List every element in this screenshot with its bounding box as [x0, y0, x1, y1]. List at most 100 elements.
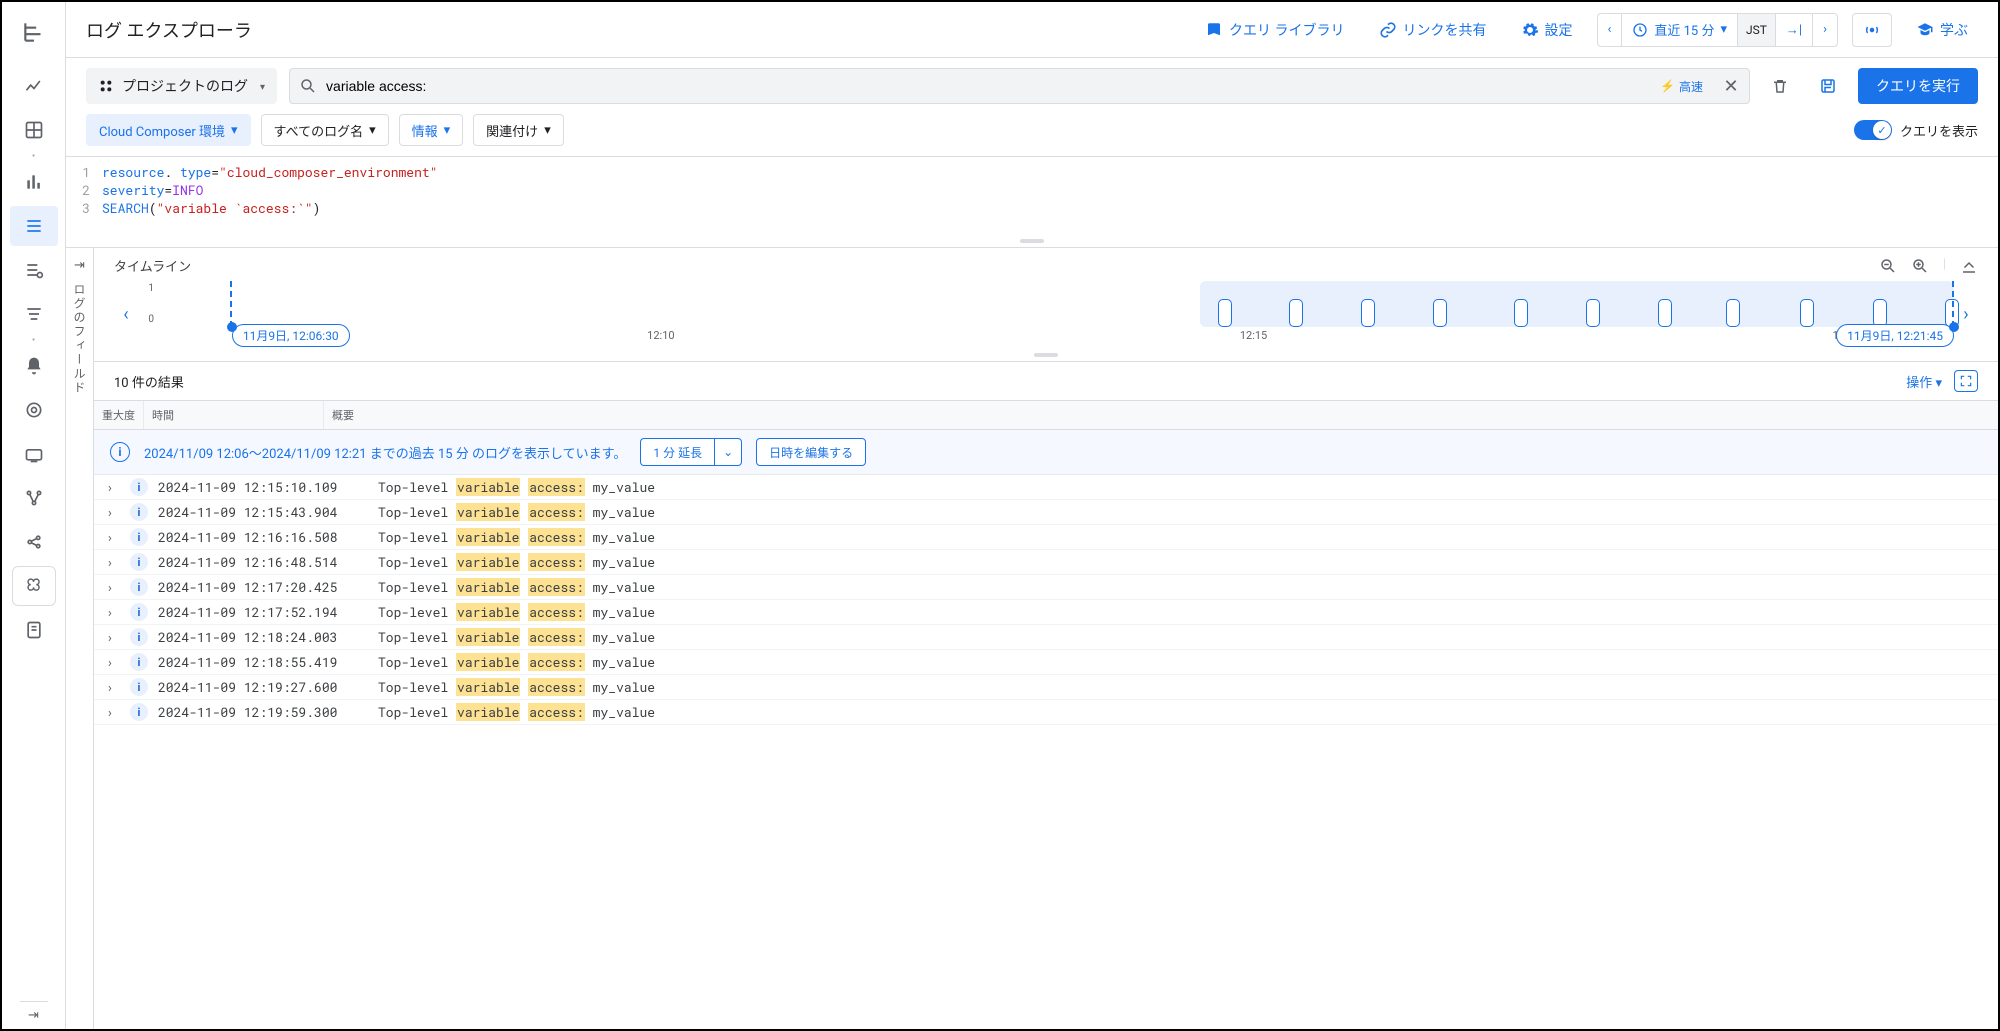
chevron-right-icon[interactable]: › — [106, 628, 120, 646]
run-query-button[interactable]: クエリを実行 — [1858, 68, 1978, 104]
log-timestamp: 2024-11-09 12:16:16.508 — [158, 528, 368, 546]
chevron-right-icon[interactable]: › — [106, 703, 120, 721]
log-message: Top-level variable access: my_value — [378, 578, 1986, 596]
scope-picker[interactable]: プロジェクトのログ — [86, 68, 277, 104]
zoom-out-icon[interactable] — [1879, 257, 1897, 275]
nav-profiler-icon[interactable] — [10, 522, 58, 562]
timeline-end-handle[interactable]: 11月9日, 12:21:45 — [1952, 281, 1954, 327]
time-next-button[interactable]: › — [1813, 14, 1837, 46]
severity-badge-info: i — [130, 603, 148, 621]
search-box: ⚡ 高速 ✕ — [289, 68, 1750, 104]
share-link-button[interactable]: リンクを共有 — [1369, 14, 1497, 46]
chevron-right-icon[interactable]: › — [106, 478, 120, 496]
table-row[interactable]: ›i2024-11-09 12:15:10.109Top-level varia… — [94, 475, 1998, 500]
fast-chip: ⚡ 高速 — [1650, 78, 1713, 95]
timeline-prev-button[interactable]: ‹ — [114, 279, 138, 349]
log-timestamp: 2024-11-09 12:16:48.514 — [158, 553, 368, 571]
timeline-start-badge: 11月9日, 12:06:30 — [232, 324, 350, 347]
timeline-chart[interactable]: 12:1012:1512:2011月9日, 12:06:3011月9日, 12:… — [158, 279, 1954, 349]
logname-filter[interactable]: すべてのログ名 ▾ — [261, 114, 389, 146]
table-header: 重大度 時間 概要 — [94, 401, 1998, 430]
learn-button[interactable]: 学ぶ — [1906, 14, 1978, 46]
clear-search-button[interactable]: ✕ — [1713, 76, 1749, 97]
table-row[interactable]: ›i2024-11-09 12:17:52.194Top-level varia… — [94, 600, 1998, 625]
expand-fields-icon[interactable]: ⇥ — [74, 258, 85, 273]
zoom-in-icon[interactable] — [1911, 257, 1929, 275]
log-timestamp: 2024-11-09 12:17:20.425 — [158, 578, 368, 596]
extend-time-button[interactable]: 1 分 延長 — [640, 438, 714, 466]
col-summary: 概要 — [324, 401, 1998, 429]
query-editor[interactable]: 1resource. type="cloud_composer_environm… — [66, 156, 1998, 247]
severity-filter[interactable]: 情報 ▾ — [399, 114, 464, 146]
nav-expand-icon[interactable]: ⇥ — [20, 1001, 48, 1029]
time-range-button[interactable]: 直近 15 分 ▾ — [1622, 14, 1738, 46]
timeline-start-handle[interactable]: 11月9日, 12:06:30 — [230, 281, 232, 327]
log-message: Top-level variable access: my_value — [378, 653, 1986, 671]
info-icon: i — [110, 442, 130, 462]
fullscreen-icon[interactable] — [1954, 370, 1978, 392]
filter-row: Cloud Composer 環境 ▾ すべてのログ名 ▾ 情報 ▾ 関連付け … — [66, 114, 1998, 156]
nav-log-analytics-icon[interactable] — [10, 250, 58, 290]
save-query-button[interactable] — [1810, 68, 1846, 104]
search-input[interactable] — [326, 78, 1650, 94]
table-row[interactable]: ›i2024-11-09 12:18:55.419Top-level varia… — [94, 650, 1998, 675]
table-row[interactable]: › i 2024-11-09 12:17:20.425 Top-level varia… — [94, 575, 1998, 600]
time-prev-button[interactable]: ‹ — [1598, 14, 1623, 46]
nav-trace-icon[interactable] — [10, 478, 58, 518]
severity-badge-info: i — [130, 578, 148, 596]
log-message: Top-level variable access: my_value — [378, 628, 1986, 646]
severity-badge-info: i — [130, 478, 148, 496]
table-row[interactable]: ›i2024-11-09 12:16:16.508Top-level varia… — [94, 525, 1998, 550]
nav-router-icon[interactable] — [10, 294, 58, 334]
time-jump-end-button[interactable]: →| — [1776, 14, 1813, 46]
chevron-right-icon[interactable]: › — [106, 528, 120, 546]
timezone-chip[interactable]: JST — [1738, 14, 1776, 46]
query-library-button[interactable]: クエリ ライブラリ — [1195, 14, 1354, 46]
table-row[interactable]: ›i2024-11-09 12:19:59.300Top-level varia… — [94, 700, 1998, 725]
table-row[interactable]: ›i2024-11-09 12:15:43.904Top-level varia… — [94, 500, 1998, 525]
nav-bar-chart-icon[interactable] — [10, 162, 58, 202]
table-row[interactable]: ›i2024-11-09 12:19:27.600Top-level varia… — [94, 675, 1998, 700]
query-toolbar: プロジェクトのログ ⚡ 高速 ✕ クエリを実行 — [66, 58, 1998, 114]
delete-button[interactable] — [1762, 68, 1798, 104]
log-timestamp: 2024-11-09 12:19:27.600 — [158, 678, 368, 696]
chevron-right-icon[interactable]: › — [106, 578, 120, 596]
edit-time-button[interactable]: 日時を編集する — [756, 438, 866, 466]
extend-time-dropdown[interactable]: ⌄ — [714, 438, 742, 466]
severity-badge-info: i — [130, 653, 148, 671]
severity-badge-info: i — [130, 503, 148, 521]
time-range-picker: ‹ 直近 15 分 ▾ JST →| › — [1597, 13, 1839, 47]
log-timestamp: 2024-11-09 12:19:59.300 — [158, 703, 368, 721]
nav-docs-icon[interactable] — [10, 610, 58, 650]
nav-dashboards-icon[interactable] — [10, 110, 58, 150]
resize-handle[interactable] — [1034, 353, 1058, 357]
chevron-right-icon[interactable]: › — [106, 678, 120, 696]
search-icon — [290, 77, 326, 95]
info-text: 2024/11/09 12:06～2024/11/09 12:21 までの過去 … — [144, 443, 626, 462]
collapse-timeline-icon[interactable] — [1960, 257, 1978, 275]
nav-error-reporting-icon[interactable] — [10, 390, 58, 430]
resize-handle[interactable] — [1020, 239, 1044, 243]
nav-metrics-icon[interactable] — [10, 66, 58, 106]
operations-menu[interactable]: 操作 ▾ — [1906, 372, 1942, 391]
settings-button[interactable]: 設定 — [1511, 14, 1583, 46]
chevron-right-icon[interactable]: › — [106, 553, 120, 571]
table-row[interactable]: ›i2024-11-09 12:18:24.003Top-level varia… — [94, 625, 1998, 650]
correlate-filter[interactable]: 関連付け ▾ — [473, 114, 564, 146]
product-logo-icon — [16, 14, 52, 50]
table-row[interactable]: ›i2024-11-09 12:16:48.514Top-level varia… — [94, 550, 1998, 575]
stream-button[interactable] — [1852, 13, 1892, 47]
resource-filter[interactable]: Cloud Composer 環境 ▾ — [86, 114, 251, 146]
nav-uptime-icon[interactable] — [10, 434, 58, 474]
nav-alerts-icon[interactable] — [10, 346, 58, 386]
nav-pinned-icon[interactable] — [12, 566, 56, 606]
nav-separator — [20, 154, 48, 158]
show-query-toggle[interactable] — [1854, 120, 1892, 140]
nav-logs-icon[interactable] — [10, 206, 58, 246]
chevron-right-icon[interactable]: › — [106, 603, 120, 621]
log-message: Top-level variable access: my_value — [378, 703, 1986, 721]
chevron-right-icon[interactable]: › — [106, 503, 120, 521]
log-timestamp: 2024-11-09 12:15:10.109 — [158, 478, 368, 496]
results-header: 10 件の結果 操作 ▾ — [94, 362, 1998, 401]
chevron-right-icon[interactable]: › — [106, 653, 120, 671]
